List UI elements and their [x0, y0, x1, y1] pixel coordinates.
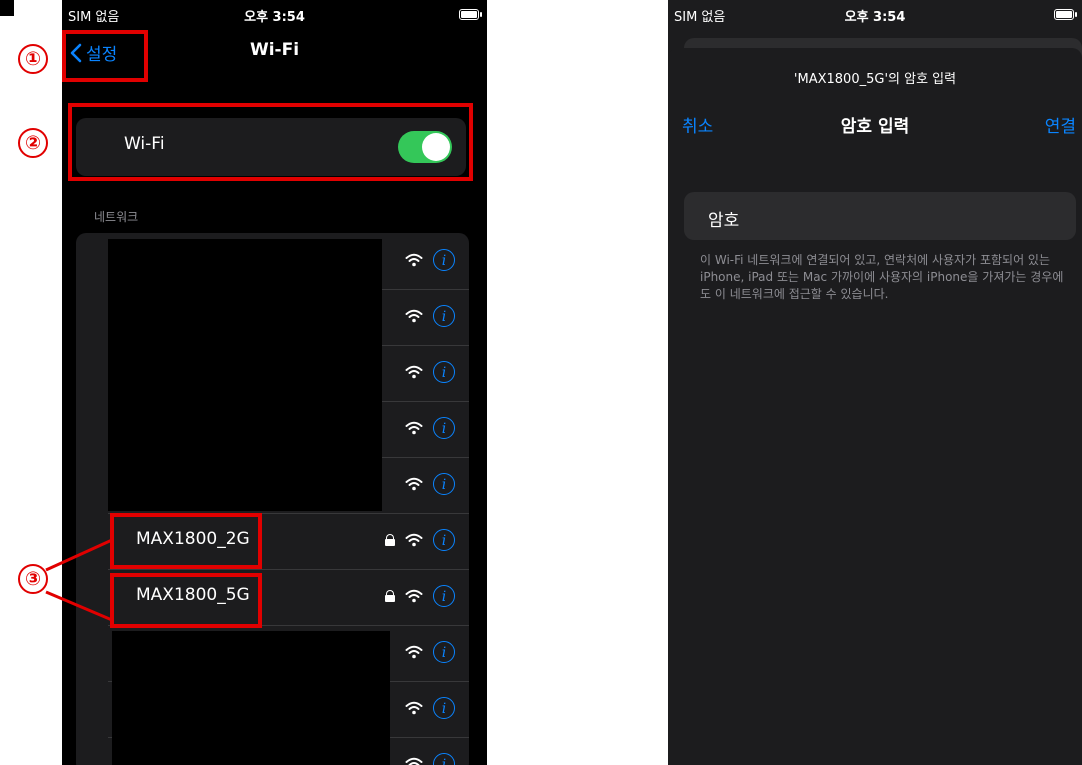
lock-icon: [385, 534, 395, 546]
network-list: i i i i i MAX1800_2G i MAX1800_5G i i i i: [76, 233, 469, 765]
networks-section-header: 네트워크: [94, 210, 139, 224]
password-entry-screen: SIM 없음 오후 3:54 'MAX1800_5G'의 암호 입력 취소 암호…: [668, 0, 1082, 765]
password-field[interactable]: 암호: [684, 192, 1076, 240]
annotation-number-3: ③: [18, 564, 48, 594]
battery-icon: [1054, 9, 1077, 20]
corner-mark: [0, 0, 14, 16]
password-input[interactable]: [774, 200, 1066, 234]
network-icons: i: [405, 473, 455, 495]
redacted-area: [112, 631, 390, 765]
network-icons: i: [385, 585, 455, 607]
info-icon[interactable]: i: [433, 417, 455, 439]
network-icons: i: [405, 249, 455, 271]
info-icon[interactable]: i: [433, 529, 455, 551]
network-icons: i: [405, 697, 455, 719]
info-icon[interactable]: i: [433, 753, 455, 765]
info-icon[interactable]: i: [433, 305, 455, 327]
clock: 오후 3:54: [844, 10, 906, 25]
sheet-title: 암호 입력: [840, 117, 910, 137]
annotation-number-1: ①: [18, 44, 48, 74]
battery-icon: [459, 9, 482, 20]
network-icons: i: [405, 361, 455, 383]
password-sheet: 'MAX1800_5G'의 암호 입력 취소 암호 입력 연결 암호 이 Wi-…: [668, 48, 1082, 765]
status-bar: SIM 없음 오후 3:54: [668, 0, 1082, 30]
info-icon[interactable]: i: [433, 697, 455, 719]
wifi-icon: [405, 589, 423, 603]
wifi-icon: [405, 309, 423, 323]
info-icon[interactable]: i: [433, 249, 455, 271]
annotation-number-2: ②: [18, 128, 48, 158]
wifi-icon: [405, 757, 423, 765]
annotation-box-toggle: [68, 103, 473, 181]
network-icons: i: [405, 753, 455, 765]
annotation-box-back: [62, 30, 148, 82]
info-icon[interactable]: i: [433, 473, 455, 495]
wifi-icon: [405, 421, 423, 435]
clock: 오후 3:54: [244, 10, 305, 25]
status-bar: SIM 없음 오후 3:54: [62, 0, 487, 30]
wifi-icon: [405, 533, 423, 547]
network-icons: i: [405, 417, 455, 439]
join-button[interactable]: 연결: [1045, 112, 1076, 137]
wifi-icon: [405, 365, 423, 379]
lock-icon: [385, 590, 395, 602]
info-icon[interactable]: i: [433, 361, 455, 383]
password-label: 암호: [708, 211, 740, 231]
redacted-area: [108, 239, 382, 511]
network-icons: i: [405, 305, 455, 327]
wifi-icon: [405, 477, 423, 491]
network-icons: i: [405, 641, 455, 663]
info-icon[interactable]: i: [433, 585, 455, 607]
wifi-icon: [405, 645, 423, 659]
info-icon[interactable]: i: [433, 641, 455, 663]
annotation-box-network-5g: [110, 573, 262, 628]
sheet-note: 이 Wi-Fi 네트워크에 연결되어 있고, 연락처에 사용자가 포함되어 있는…: [700, 253, 1064, 301]
network-icons: i: [385, 529, 455, 551]
wifi-icon: [405, 701, 423, 715]
annotation-box-network-2g: [110, 513, 262, 569]
sheet-prompt: 'MAX1800_5G'의 암호 입력: [793, 72, 957, 87]
wifi-icon: [405, 253, 423, 267]
